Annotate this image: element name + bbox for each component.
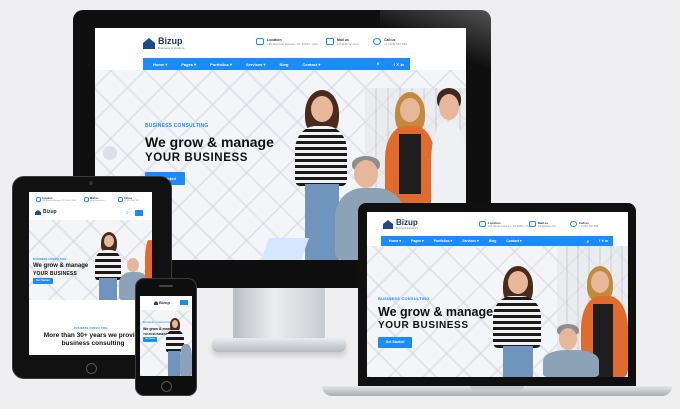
- tablet-screen: Bizup Location 136 Harrison Avenue, NY 1…: [29, 192, 152, 355]
- header-mail: Mail us info@bizup.com: [326, 38, 359, 46]
- phone-home-button[interactable]: [161, 381, 172, 392]
- phone-icon: [373, 38, 381, 45]
- tablet-section-heading: More than 30+ years we provide business …: [43, 332, 143, 347]
- laptop-main-nav: Home ▾ Pages ▾ Portfolios ▾ Services ▾ B…: [381, 236, 613, 246]
- tablet-brand-logo[interactable]: Bizup: [35, 210, 57, 215]
- brand-name: Bizup: [158, 36, 183, 46]
- search-icon[interactable]: ⌕: [377, 61, 380, 67]
- laptop-screen: Bizup Business & Finance Location 136 Ha…: [367, 212, 628, 377]
- laptop-hero: BUSINESS CONSULTING We grow & manage YOU…: [367, 246, 628, 377]
- laptop-hero-subheadline: YOUR BUSINESS: [378, 320, 469, 331]
- monitor-stand-neck: [233, 288, 325, 340]
- nav-item-home[interactable]: Home ▾: [153, 62, 167, 67]
- laptop-search-icon[interactable]: ⌕: [587, 239, 590, 244]
- laptop-notch: [470, 386, 524, 390]
- tablet-menu-icon[interactable]: [135, 210, 143, 216]
- tablet-camera: [89, 181, 93, 185]
- nav-item-portfolios[interactable]: Portfolios ▾: [210, 62, 232, 67]
- tablet-location-icon: [36, 197, 41, 202]
- laptop-brand-logo[interactable]: Bizup Business & Finance: [383, 219, 418, 230]
- laptop-social-icons[interactable]: f ✕ in: [599, 239, 608, 243]
- tablet-hero: BUSINESS CONSULTING We grow & manage YOU…: [29, 220, 152, 300]
- tablet-get-started-button[interactable]: Get Started: [33, 278, 53, 284]
- phone-hero: BUSINESS CONSULTING We grow & manage YOU…: [140, 310, 192, 376]
- brand-logo[interactable]: Bizup Business & Finance: [143, 37, 185, 50]
- phone-speaker: [159, 285, 173, 287]
- tablet-hero-subheadline: YOUR BUSINESS: [33, 271, 77, 277]
- nav-item-contact[interactable]: Contact ▾: [302, 62, 320, 67]
- hero-subheadline: YOUR BUSINESS: [145, 152, 249, 164]
- tablet-house-logo-icon: [35, 210, 41, 215]
- mail-icon: [326, 38, 334, 45]
- laptop-house-logo-icon: [383, 220, 393, 229]
- tablet-section-tag: BUSINESS CONSULTING: [74, 327, 108, 330]
- phone-house-logo-icon: [154, 301, 158, 305]
- phone-get-started-button[interactable]: Get Started: [143, 337, 157, 342]
- house-logo-icon: [143, 38, 155, 49]
- hero-prev-arrow[interactable]: [103, 146, 117, 160]
- main-nav: Home ▾ Pages ▾ Portfolios ▾ Services ▾ B…: [143, 58, 410, 70]
- laptop-get-started-button[interactable]: Get Started: [378, 337, 412, 348]
- tablet-home-button[interactable]: [86, 363, 97, 374]
- tablet-search-icon[interactable]: ⌕: [126, 210, 129, 216]
- nav-item-blog[interactable]: Blog: [280, 62, 289, 67]
- tablet-mail-icon: [84, 197, 89, 202]
- laptop-phone-icon: [570, 221, 577, 227]
- site-header: Bizup Business & Finance Location 136 Ha…: [95, 28, 466, 58]
- phone-menu-icon[interactable]: [180, 300, 188, 305]
- tablet-hero-headline: We grow & manage: [33, 263, 89, 269]
- nav-item-services[interactable]: Services ▾: [246, 62, 266, 67]
- phone-screen: Bizup BUSINESS CONSULTING We grow & mana…: [140, 296, 192, 376]
- hero-headline: We grow & manage: [145, 134, 274, 150]
- header-call: Call us +1 (234) 567 890: [373, 38, 407, 46]
- monitor-stand-base: [212, 338, 346, 352]
- location-icon: [256, 38, 264, 45]
- social-icons[interactable]: f ✕ in: [394, 62, 404, 67]
- brand-tagline: Business & Finance: [158, 46, 185, 50]
- nav-item-pages[interactable]: Pages ▾: [181, 62, 196, 67]
- laptop-hero-headline: We grow & manage: [378, 305, 494, 319]
- phone-brand-logo[interactable]: Bizup: [154, 301, 170, 305]
- hero-tag: BUSINESS CONSULTING: [145, 123, 209, 129]
- phone-hero-subheadline: YOUR BUSINESS: [143, 332, 168, 336]
- laptop-mail-icon: [529, 221, 536, 227]
- header-location: Location 136 Harrison Avenue, NY 10001, …: [256, 38, 318, 46]
- tablet-phone-icon: [118, 197, 123, 202]
- laptop-location-icon: [479, 221, 486, 227]
